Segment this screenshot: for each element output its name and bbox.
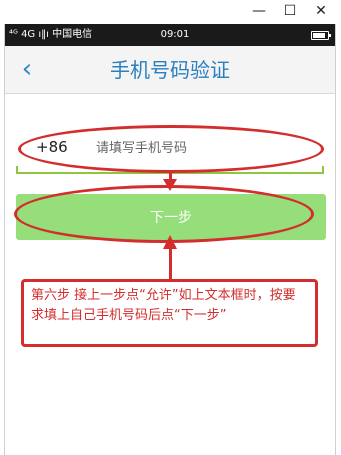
back-chevron-icon[interactable]: ‹ [9,50,45,90]
annotation-arrow-down-icon [163,179,177,191]
input-underline-tick-left [16,166,18,173]
annotation-arrow-up-icon [163,235,177,249]
annotation-arrow-shaft-up [169,248,172,279]
app-header: ‹ 手机号码验证 [5,46,335,94]
input-underline-tick-right [322,166,324,173]
annotation-note-box: 第六步 接上一步点“允许”如上文本框时，按要求填上自己手机号码后点“下一步” [21,279,318,347]
carrier-label: ⁴ᴳ 4G ı‖ı 中国电信 [9,29,93,40]
close-icon[interactable]: ✕ [304,0,338,24]
annotation-ellipse-input [18,125,324,173]
battery-level [313,33,325,38]
maximize-icon[interactable]: ☐ [273,0,307,24]
clock-label: 09:01 [160,29,190,40]
window-titlebar: — ☐ ✕ [0,0,341,24]
battery-icon [311,31,331,40]
annotation-note-text: 第六步 接上一步点“允许”如上文本框时，按要求填上自己手机号码后点“下一步” [31,288,296,323]
page-title: 手机号码验证 [110,58,230,82]
minimize-icon[interactable]: — [242,0,276,24]
status-bar: ⁴ᴳ 4G ı‖ı 中国电信 09:01 [5,24,335,46]
window-frame-right [335,24,336,455]
